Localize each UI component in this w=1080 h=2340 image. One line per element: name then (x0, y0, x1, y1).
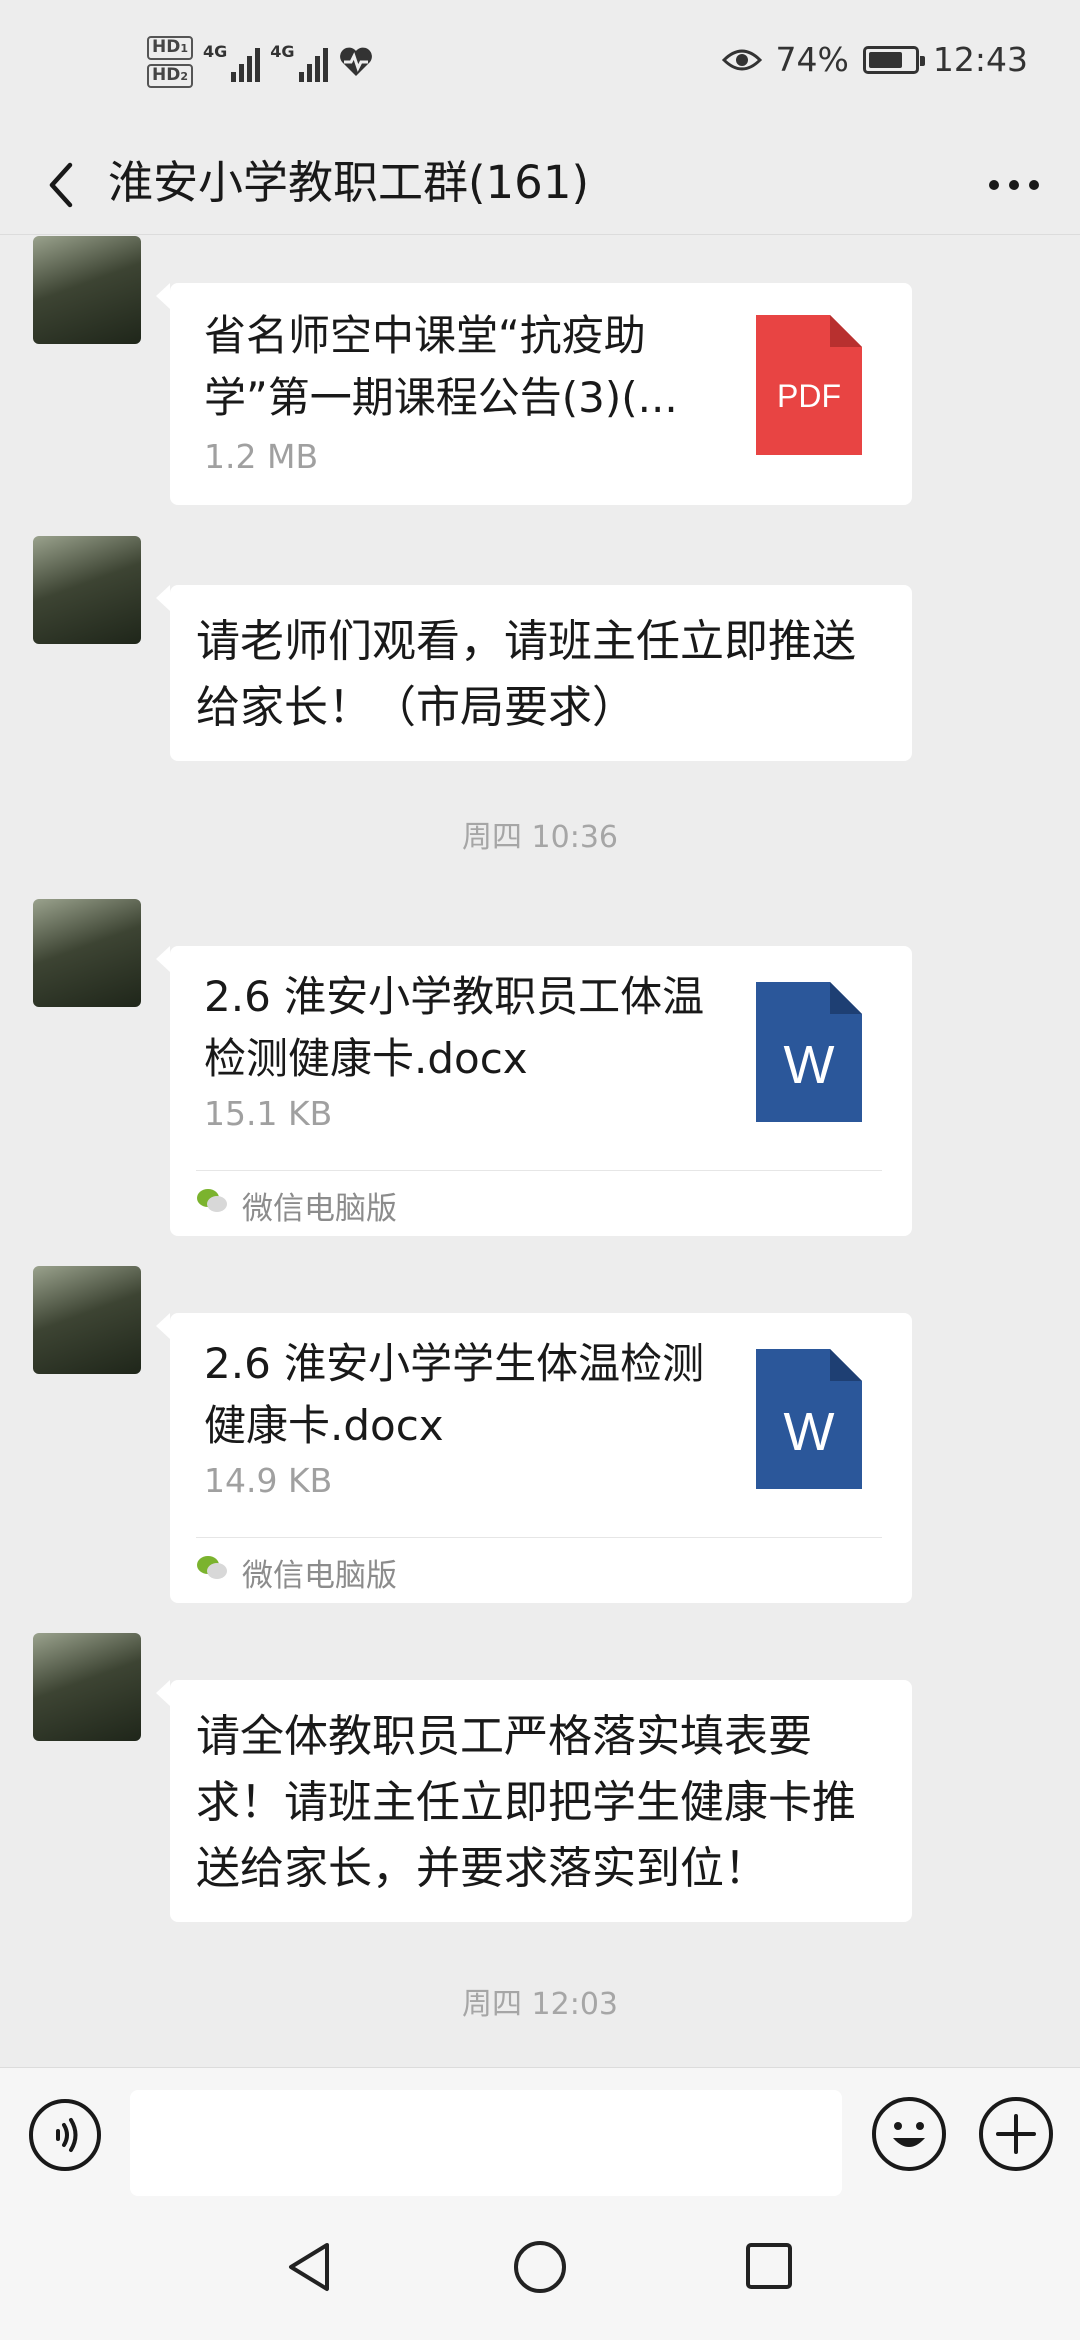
file-name: 2.6 淮安小学学生体温检测健康卡.docx (204, 1339, 705, 1450)
chat-header: 淮安小学教职工群(161) (0, 135, 1080, 235)
message-list[interactable]: 省名师空中课堂“抗疫助学”第一期课程公告(3)(... 1.2 MB PDF 请… (0, 236, 1080, 2066)
file-source-label: 微信电脑版 (242, 1558, 397, 1594)
signal-1-icon: 4G (203, 42, 261, 82)
message-text: 请全体教职员工严格落实填表要求！请班主任立即把学生健康卡推送给家长，并要求落实到… (196, 1711, 856, 1894)
input-bar (0, 2067, 1080, 2197)
clock: 12:43 (932, 40, 1028, 79)
sender-avatar[interactable] (33, 899, 141, 1007)
file-source-footer: 微信电脑版 (196, 1537, 882, 1603)
file-size: 1.2 MB (204, 437, 319, 476)
file-name: 2.6 淮安小学教职员工体温检测健康卡.docx (204, 972, 705, 1083)
battery-percent: 74% (775, 40, 849, 79)
nav-home-icon[interactable] (512, 2239, 568, 2295)
eye-icon (721, 49, 762, 70)
word-file-icon: W (756, 982, 862, 1122)
back-chevron-icon[interactable] (38, 157, 88, 213)
message-input[interactable] (130, 2090, 842, 2196)
wechat-icon (197, 1556, 227, 1579)
voice-icon[interactable] (28, 2098, 102, 2172)
pdf-file-icon: PDF (756, 315, 862, 455)
sender-avatar[interactable] (33, 1633, 141, 1741)
wechat-icon (197, 1189, 227, 1212)
sender-avatar[interactable] (33, 1266, 141, 1374)
battery-fill (868, 51, 902, 68)
plus-icon[interactable] (978, 2096, 1054, 2172)
status-right: 74% 12:43 (721, 40, 1028, 79)
file-source-label: 微信电脑版 (242, 1191, 397, 1227)
hd1-badge: HD1 (147, 36, 193, 60)
nav-recent-icon[interactable] (744, 2241, 794, 2291)
text-message[interactable]: 请全体教职员工严格落实填表要求！请班主任立即把学生健康卡推送给家长，并要求落实到… (156, 1680, 912, 1922)
hd-indicators: HD1 HD2 (147, 36, 193, 88)
file-name: 省名师空中课堂“抗疫助学”第一期课程公告(3)(... (204, 311, 678, 422)
hd2-badge: HD2 (147, 64, 193, 88)
time-separator: 周四 10:36 (462, 820, 618, 855)
file-message[interactable]: 2.6 淮安小学教职员工体温检测健康卡.docx 15.1 KB W 微信电脑版 (156, 946, 912, 1236)
message-text: 请老师们观看，请班主任立即推送给家长！（市局要求） (196, 616, 856, 733)
text-message[interactable]: 请老师们观看，请班主任立即推送给家长！（市局要求） (156, 585, 912, 761)
system-nav-bar (0, 2197, 1080, 2340)
word-file-icon: W (756, 1349, 862, 1489)
file-size: 15.1 KB (204, 1094, 333, 1133)
sender-avatar[interactable] (33, 236, 141, 344)
nav-back-icon[interactable] (283, 2239, 335, 2295)
file-message[interactable]: 2.6 淮安小学学生体温检测健康卡.docx 14.9 KB W 微信电脑版 (156, 1313, 912, 1603)
health-heart-icon (339, 47, 372, 76)
status-left: HD1 HD2 4G 4G (147, 36, 374, 88)
file-size: 14.9 KB (204, 1461, 333, 1500)
sender-avatar[interactable] (33, 536, 141, 644)
ellipsis-icon[interactable] (984, 165, 1044, 205)
signal-2-icon: 4G (270, 42, 328, 82)
battery-icon (862, 45, 925, 74)
smiley-icon[interactable] (871, 2096, 947, 2172)
file-message[interactable]: 省名师空中课堂“抗疫助学”第一期课程公告(3)(... 1.2 MB PDF (156, 283, 912, 505)
time-separator: 周四 12:03 (462, 1987, 618, 2022)
status-bar: HD1 HD2 4G 4G 74% 12:43 (0, 0, 1080, 135)
chat-title: 淮安小学教职工群(161) (108, 156, 590, 209)
file-source-footer: 微信电脑版 (196, 1170, 882, 1236)
